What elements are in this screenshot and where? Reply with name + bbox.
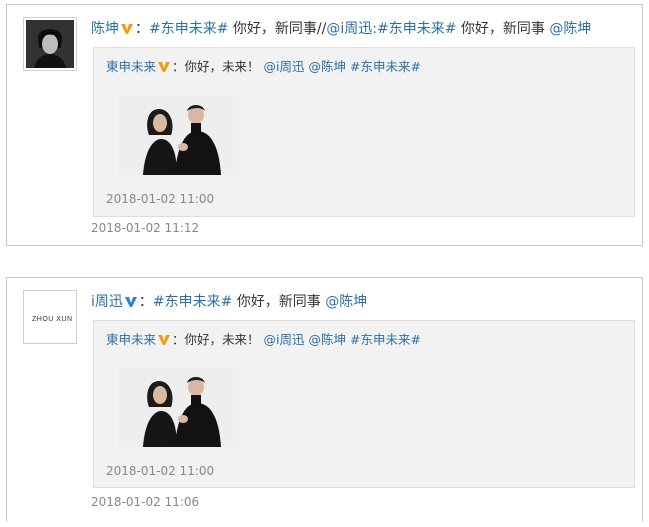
mention-link[interactable]: @陈坤	[549, 21, 591, 37]
original-post-text: 東申未来 ：你好，未来！ @i周迅 @陈坤 #东申未来#	[106, 330, 421, 352]
original-username-link[interactable]: 東申未来	[106, 332, 156, 347]
repost-box: 東申未来 ：你好，未来！ @i周迅 @陈坤 #东申未来# 2018-01-02 1…	[93, 320, 635, 488]
post-body: 你好，新同事//	[232, 21, 327, 37]
user-avatar-image	[26, 20, 74, 68]
mention-link[interactable]: @i周迅	[264, 332, 305, 347]
avatar-portrait	[26, 20, 74, 68]
original-post-text: 東申未来 ：你好，未来！ @i周迅 @陈坤 #东申未来#	[106, 57, 421, 79]
avatar[interactable]: ZHOU XUN	[23, 290, 77, 344]
mention-link[interactable]: @陈坤	[325, 294, 367, 310]
topic-link[interactable]: :#东申未来#	[372, 21, 456, 37]
topic-link[interactable]: #东申未来#	[149, 21, 228, 37]
topic-link[interactable]: #东申未来#	[153, 294, 232, 310]
post-photo[interactable]	[119, 367, 239, 447]
verified-blue-icon	[124, 294, 138, 314]
username-link[interactable]: i周迅	[91, 294, 123, 310]
avatar[interactable]	[23, 17, 77, 71]
topic-link[interactable]: #东申未来#	[350, 332, 421, 347]
mention-link[interactable]: @陈坤	[309, 59, 347, 74]
post-time[interactable]: 2018-01-02 11:06	[91, 494, 199, 510]
avatar-logo-text: ZHOU XUN	[32, 314, 74, 323]
colon: ：	[135, 21, 149, 37]
colon: ：	[172, 59, 185, 74]
colon: ：	[138, 294, 153, 310]
weibo-card: 陈坤 ：#东申未来# 你好，新同事//@i周迅:#东申未来# 你好，新同事 @陈坤…	[6, 4, 643, 246]
mention-link[interactable]: @陈坤	[309, 332, 347, 347]
verified-orange-icon	[120, 21, 134, 41]
original-post-time[interactable]: 2018-01-02 11:00	[106, 463, 214, 479]
username-link[interactable]: 陈坤	[91, 21, 119, 37]
original-post-time[interactable]: 2018-01-02 11:00	[106, 191, 214, 207]
colon: ：	[172, 332, 185, 347]
user-avatar-image: ZHOU XUN	[26, 293, 74, 341]
post-body: 你好，新同事	[460, 21, 545, 37]
mention-link[interactable]: @i周迅	[264, 59, 305, 74]
couple-photo	[119, 95, 239, 175]
verified-orange-icon	[157, 59, 171, 79]
post-time[interactable]: 2018-01-02 11:12	[91, 220, 199, 236]
verified-orange-icon	[157, 332, 171, 352]
mention-link[interactable]: @i周迅	[326, 21, 372, 37]
original-username-link[interactable]: 東申未来	[106, 59, 156, 74]
post-photo[interactable]	[119, 95, 239, 175]
couple-photo	[119, 367, 239, 447]
post-text: i周迅 ：#东申未来# 你好，新同事 @陈坤	[91, 292, 367, 314]
post-body: 你好，新同事	[236, 294, 321, 310]
topic-link[interactable]: #东申未来#	[350, 59, 421, 74]
post-text: 陈坤 ：#东申未来# 你好，新同事//@i周迅:#东申未来# 你好，新同事 @陈坤	[91, 19, 591, 41]
original-body: 你好，未来！	[184, 332, 260, 347]
original-body: 你好，未来！	[184, 59, 260, 74]
repost-box: 東申未来 ：你好，未来！ @i周迅 @陈坤 #东申未来# 2018-01-02 1…	[93, 47, 635, 217]
weibo-card: ZHOU XUN i周迅 ：#东申未来# 你好，新同事 @陈坤 東申未来 ：你好，未…	[6, 277, 643, 522]
